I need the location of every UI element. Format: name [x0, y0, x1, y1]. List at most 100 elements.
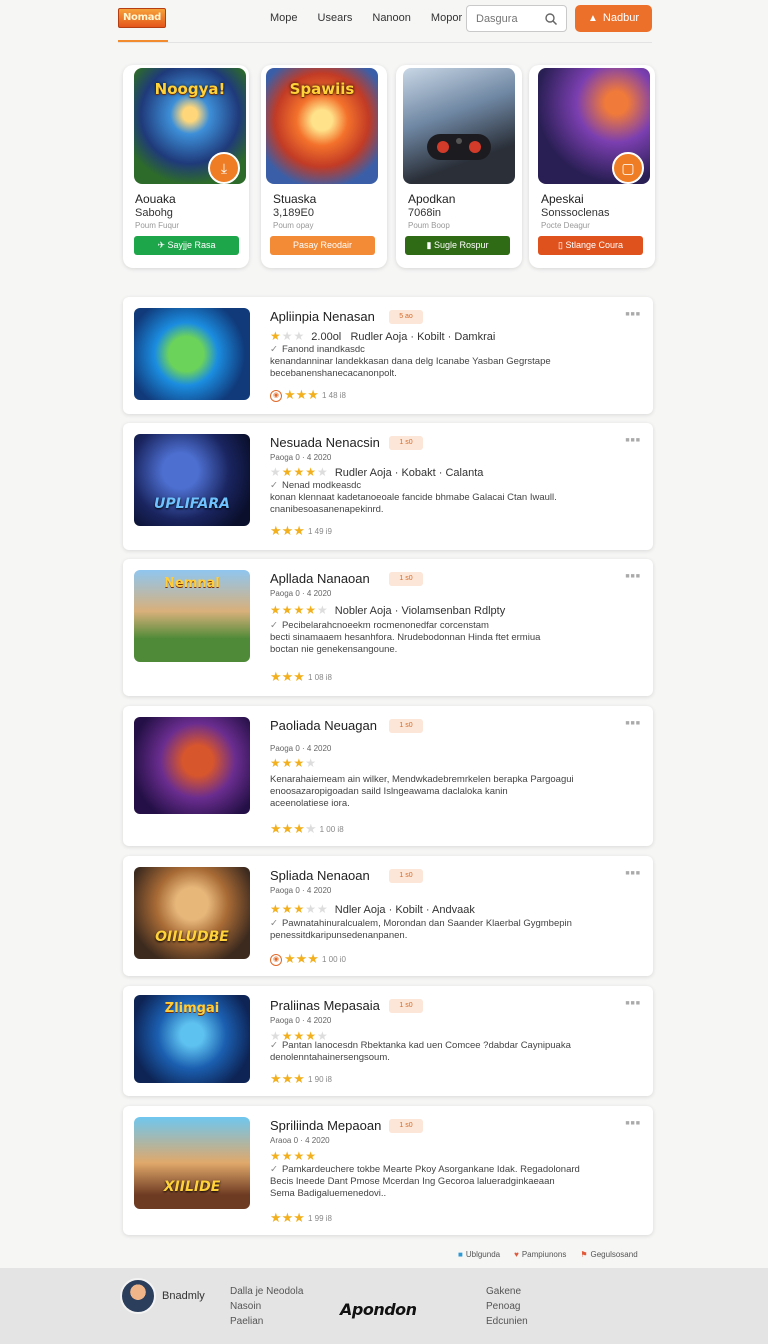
featured-button[interactable]: ▮ Sugle Rospur	[405, 236, 510, 255]
item-rating: ★★★ 1 08 i8	[270, 669, 332, 684]
footer-link[interactable]: Gakene	[486, 1284, 528, 1299]
list-item[interactable]: OIILUDBE Spliada Nenaoan 1 s0 ■■■ Paoga …	[123, 856, 653, 976]
thumbnail-title: Nemnal	[164, 576, 220, 591]
featured-card[interactable]: Spawiis Stuaska 3,189E0 Poum opay Pasay …	[261, 65, 387, 268]
meta-prefix: 2.00ol	[311, 331, 342, 343]
list-item[interactable]: UPLIFARA Nesuada Nenacsin 1 s0 ■■■ Paoga…	[123, 423, 653, 550]
desc-line: Kenarahaiemeam ain wilker, Mendwkadebrem…	[270, 774, 574, 785]
nav-item[interactable]: Usears	[318, 12, 353, 24]
rating-count: 1 00 i8	[319, 825, 344, 835]
app-logo[interactable]: Nomad	[118, 8, 166, 28]
item-rating: ★★★ 1 49 i9	[270, 523, 332, 538]
user-name[interactable]: Bnadmly	[162, 1290, 205, 1302]
featured-card[interactable]: Apodkan 7068in Poum Boop ▮ Sugle Rospur	[396, 65, 522, 268]
featured-card[interactable]: ▢ Apeskai Sonssoclenas Pocte Deagur ▯ St…	[529, 65, 655, 268]
list-item[interactable]: Apliinpia Nenasan 5 ao ■■■ ★★★ 2.00ol Rud…	[123, 297, 653, 414]
more-options-icon[interactable]: ■■■	[625, 1120, 641, 1127]
game-thumbnail: UPLIFARA	[134, 434, 250, 526]
desc-line: kenandanninar landekkasan dana delg Ican…	[270, 356, 551, 367]
item-description: ✓ Pantan lanocesdn Rbektanka kad uen Comc…	[270, 1040, 610, 1064]
footer-links: ■ Ublgunda ♥ Pampiunons ⚑ Gegulsosand	[458, 1250, 638, 1259]
check-icon: ✓	[270, 620, 278, 631]
footer-link[interactable]: Edcunien	[486, 1314, 528, 1329]
desc-line: becebanenshanecacanonpolt.	[270, 368, 397, 379]
featured-caption: Poum Fuqur	[135, 221, 180, 230]
footer-link[interactable]: Nasoin	[230, 1299, 303, 1314]
list-item[interactable]: Nemnal Apllada Nanaoan 1 s0 ■■■ Paoga 0 …	[123, 559, 653, 696]
featured-title: Apeskai	[541, 192, 584, 206]
page-footer: Bnadmly Dalla je Neodola Nasoin Paelian …	[0, 1268, 768, 1344]
item-tag: 5 ao	[389, 310, 423, 324]
game-thumbnail: Noogya! ⤓	[134, 68, 246, 184]
rating-count: 1 48 i8	[321, 391, 346, 401]
footer-link[interactable]: ⚑ Gegulsosand	[580, 1250, 637, 1259]
item-title: Apliinpia Nenasan	[270, 309, 375, 324]
rating-count: 1 08 i8	[307, 673, 332, 683]
meta-text: Rudler Aoja · Kobilt · Damkrai	[350, 331, 496, 343]
list-item[interactable]: XIILIDE Spriliinda Mepaoan 1 s0 ■■■ Arao…	[123, 1106, 653, 1235]
footer-link-label: Ublgunda	[465, 1250, 501, 1259]
top-header: Nomad Mope Usears Nanoon Mopor ▲ Nadbur	[118, 0, 652, 44]
item-tag: 1 s0	[389, 436, 423, 450]
check-icon: ✓	[270, 1040, 278, 1051]
more-options-icon[interactable]: ■■■	[625, 311, 641, 318]
featured-button-label: Sugle Rospur	[433, 240, 489, 250]
footer-link[interactable]: Penoag	[486, 1299, 528, 1314]
footer-link[interactable]: Dalla je Neodola	[230, 1284, 303, 1299]
user-icon: ▲	[588, 13, 598, 24]
game-thumbnail: OIILUDBE	[134, 867, 250, 959]
item-subtitle: Paoga 0 · 4 2020	[270, 744, 332, 753]
footer-link[interactable]: Paelian	[230, 1314, 303, 1329]
heart-icon: ♥	[514, 1250, 519, 1259]
header-divider	[118, 42, 652, 43]
item-rating: ★★★ 1 99 i8	[270, 1210, 332, 1225]
featured-button-label: Stlange Coura	[565, 240, 623, 250]
more-options-icon[interactable]: ■■■	[625, 1000, 641, 1007]
list-item[interactable]: Paoliada Neuagan 1 s0 ■■■ Paoga 0 · 4 20…	[123, 706, 653, 846]
desc-line: Sema Badigaluemenedovi..	[270, 1188, 387, 1199]
desc-line: cnanibesoasanenapekinrd.	[270, 504, 384, 515]
item-title: Apllada Nanaoan	[270, 571, 370, 586]
list-item[interactable]: Zlimgai Praliinas Mepasaia 1 s0 ■■■ Paog…	[123, 986, 653, 1096]
more-options-icon[interactable]: ■■■	[625, 720, 641, 727]
desc-line: denolenntahainersengsoum.	[270, 1052, 390, 1063]
download-badge-icon[interactable]: ⤓	[208, 152, 240, 184]
more-options-icon[interactable]: ■■■	[625, 573, 641, 580]
featured-button-label: Sayjje Rasa	[167, 240, 216, 250]
featured-button[interactable]: ✈ Sayjje Rasa	[134, 236, 239, 255]
featured-card[interactable]: Noogya! ⤓ Aouaka Sabohg Poum Fuqur ✈ Say…	[123, 65, 249, 268]
item-tag: 1 s0	[389, 1119, 423, 1133]
check-icon: ✓	[270, 480, 278, 491]
game-thumbnail: Spawiis	[266, 68, 378, 184]
desc-line: Becis Ineede Dant Pmose Mcerdan Ing Geco…	[270, 1176, 555, 1187]
nav-item[interactable]: Nanoon	[372, 12, 411, 24]
primary-action-button[interactable]: ▲ Nadbur	[575, 5, 652, 32]
stop-badge-icon[interactable]: ▢	[612, 152, 644, 184]
item-subtitle: Paoga 0 · 4 2020	[270, 886, 332, 895]
search-input[interactable]	[476, 13, 546, 25]
footer-logo[interactable]: Apondon	[337, 1300, 417, 1319]
featured-subtitle: 3,189E0	[273, 207, 314, 219]
check-icon: ✓	[270, 1164, 278, 1175]
avatar[interactable]	[120, 1278, 156, 1314]
featured-subtitle: Sabohg	[135, 207, 173, 219]
nav-item[interactable]: Mopor	[431, 12, 462, 24]
item-rating: ◉ ★★★ 1 48 i8	[270, 387, 346, 403]
featured-subtitle: Sonssoclenas	[541, 207, 610, 219]
featured-button[interactable]: Pasay Reodair	[270, 236, 375, 255]
featured-button[interactable]: ▯ Stlange Coura	[538, 236, 643, 255]
meta-text: Ndler Aoja · Kobilt · Andvaak	[334, 904, 475, 916]
check-icon: ✓	[270, 918, 278, 929]
footer-link[interactable]: ♥ Pampiunons	[514, 1250, 566, 1259]
game-thumbnail: XIILIDE	[134, 1117, 250, 1209]
nav-item[interactable]: Mope	[270, 12, 298, 24]
desc-line: Pawnatahinuralcualem, Morondan dan Saand…	[281, 918, 572, 929]
more-options-icon[interactable]: ■■■	[625, 437, 641, 444]
search-icon[interactable]	[544, 12, 558, 26]
featured-title: Stuaska	[273, 192, 317, 206]
item-description: ✓ Fanond inandkasdc kenandanninar landekk…	[270, 344, 610, 380]
footer-link[interactable]: ■ Ublgunda	[458, 1250, 500, 1259]
item-rating: ★★★ 1 90 i8	[270, 1071, 332, 1086]
coin-icon: ◉	[270, 953, 282, 966]
more-options-icon[interactable]: ■■■	[625, 870, 641, 877]
